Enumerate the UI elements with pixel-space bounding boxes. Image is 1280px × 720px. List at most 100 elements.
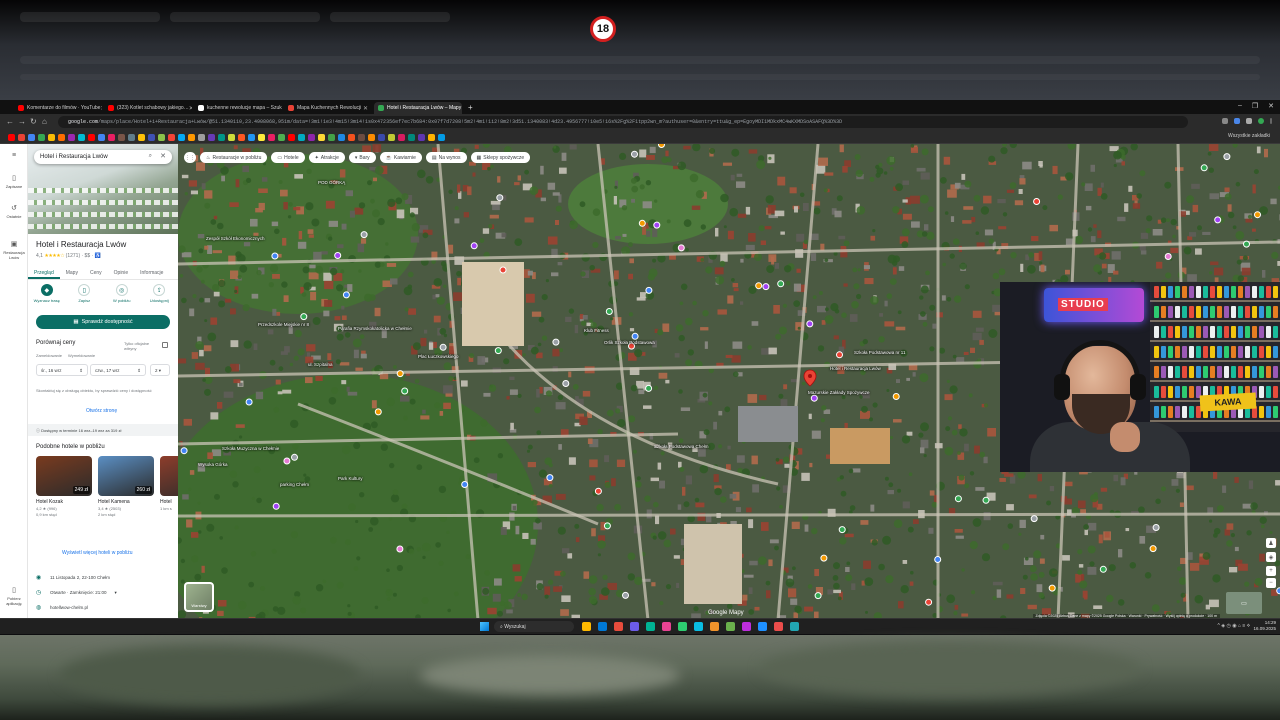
tab-mapy[interactable]: Mapy [60,266,84,279]
hotel-card[interactable]: Hotel 1 km s [160,456,178,511]
map-place-label[interactable]: Zespół Szkół Ekonomicznych [206,236,265,241]
map-place-label[interactable]: Park Kultury [338,476,363,481]
bookmark-favicon-icon[interactable] [388,134,395,141]
bookmark-favicon-icon[interactable] [428,134,435,141]
bookmark-favicon-icon[interactable] [208,134,215,141]
check-availability-button[interactable]: ▦ Sprawdź dostępność [36,315,170,329]
taskbar-app-icon[interactable] [582,622,591,631]
bookmark-favicon-icon[interactable] [248,134,255,141]
map-place-label[interactable]: POD GÓRKĄ [318,180,345,185]
zoom-in-button[interactable]: + [1266,566,1276,576]
map-place-label[interactable]: Hotel i Restauracja Lwów [830,366,881,371]
close-window-button[interactable]: ✕ [1268,102,1274,110]
chip-bar[interactable]: ▾ Bary [348,152,376,163]
rail-item-place[interactable]: ▣ Restauracja Lwów [0,240,28,260]
bookmark-favicon-icon[interactable] [78,134,85,141]
close-tab-icon[interactable]: ✕ [100,105,102,112]
map-place-label[interactable]: Przedszkole Miejskie nr 8 [258,322,309,327]
bookmark-favicon-icon[interactable] [228,134,235,141]
grid-icon[interactable]: ⋮⋮ [184,152,196,163]
bookmark-favicon-icon[interactable] [28,134,35,141]
bookmark-favicon-icon[interactable] [98,134,105,141]
browser-tab[interactable]: Mapa Kuchennych Rewolucji ✕ [284,102,372,114]
minimize-button[interactable]: – [1238,102,1242,110]
reload-icon[interactable]: ↻ [30,117,37,126]
guests-select[interactable]: 2 ▾ [150,364,170,376]
bookmark-favicon-icon[interactable] [148,134,155,141]
bookmark-favicon-icon[interactable] [268,134,275,141]
more-hotels-link[interactable]: Wyświetl więcej hoteli w pobliżu [62,550,133,556]
all-bookmarks-button[interactable]: Wszystkie zakładki [1228,133,1270,139]
bookmark-favicon-icon[interactable] [218,134,225,141]
bookmark-favicon-icon[interactable] [298,134,305,141]
taskbar-app-icon[interactable] [662,622,671,631]
taskbar-app-icon[interactable] [742,622,751,631]
map-place-label[interactable]: Orlik Szkoła Podstawowa [604,340,655,345]
rail-item-get-app[interactable]: ▯ Pobierz aplikację [0,586,28,606]
taskbar-search[interactable]: ⌕ Wyszukaj [494,621,574,632]
bookmark-favicon-icon[interactable] [328,134,335,141]
compass-icon[interactable]: ◈ [1266,552,1276,562]
menu-dots-icon[interactable] [1270,118,1272,124]
bookmark-favicon-icon[interactable] [88,134,95,141]
taskbar-app-icon[interactable] [790,622,799,631]
chip-attraction[interactable]: ✦ Atrakcje [308,152,345,163]
bookmark-favicon-icon[interactable] [128,134,135,141]
system-tray[interactable]: ^ ◈ ◷ ◉ ⌂ ≡ ⟡ [1218,623,1251,629]
map-place-label[interactable]: Wysoka Górka [198,462,227,467]
zoom-out-button[interactable]: − [1266,578,1276,588]
close-tab-icon[interactable]: ✕ [461,105,462,112]
bookmark-favicon-icon[interactable] [178,134,185,141]
chip-restaurant[interactable]: ♨ Restauracje w pobliżu [200,152,268,163]
tab-ceny[interactable]: Ceny [84,266,108,279]
pegman-icon[interactable]: ♟ [1266,538,1276,548]
bookmark-favicon-icon[interactable] [68,134,75,141]
chip-grocery[interactable]: ▦ Sklepy spożywcze [470,152,531,163]
official-only-checkbox[interactable] [162,342,168,348]
bookmark-favicon-icon[interactable] [338,134,345,141]
chip-takeout[interactable]: ▤ Na wynos [425,152,467,163]
hours-row[interactable]: ◷ Otwarte · Zamknięcie: 21:00 ▾ [36,589,117,597]
bookmark-favicon-icon[interactable] [198,134,205,141]
action-2[interactable]: ◎ W pobliżu [107,284,137,303]
bookmark-favicon-icon[interactable] [238,134,245,141]
map-place-label[interactable]: Klub Fitness [584,328,609,333]
tab-przegląd[interactable]: Przegląd [28,266,60,279]
taskbar-clock[interactable]: 14:29 16.09.2025 [1253,620,1276,632]
taskbar-app-icon[interactable] [598,622,607,631]
extension-icon[interactable] [1222,118,1228,124]
taskbar-app-icon[interactable] [774,622,783,631]
map-place-label[interactable]: parking Chełm [280,482,309,487]
checkin-date-field[interactable]: śr., 16 wrz ⇕ [36,364,88,376]
map-place-label[interactable]: Parafia Rzymskokatolicka w Chełmie [338,326,412,331]
taskbar-app-icon[interactable] [758,622,767,631]
bookmark-favicon-icon[interactable] [378,134,385,141]
bookmark-favicon-icon[interactable] [288,134,295,141]
address-row[interactable]: ◉ 11 Listopada 2, 22-100 Chełm [36,574,110,581]
bookmark-favicon-icon[interactable] [118,134,125,141]
layers-button[interactable]: Warstwy [184,582,214,612]
bookmark-favicon-icon[interactable] [108,134,115,141]
new-tab-button[interactable]: + [468,102,473,114]
hotel-card[interactable]: 260 zł Hotel Kamena 3,4 ★ (2503) 2 km stąd [98,456,154,517]
checkout-date-field[interactable]: czw., 17 wrz ⇕ [90,364,146,376]
map-place-label[interactable]: Szkoła Podstawowa nr 11 [854,350,905,355]
bookmark-favicon-icon[interactable] [368,134,375,141]
bookmark-favicon-icon[interactable] [308,134,315,141]
bookmark-favicon-icon[interactable] [408,134,415,141]
close-tab-icon[interactable]: ✕ [189,105,192,112]
rail-item-menu[interactable]: ≡ [0,152,28,161]
taskbar-app-icon[interactable] [726,622,735,631]
map-place-label[interactable]: Plac Łuczkowskiego [418,354,459,359]
tab-opinie[interactable]: Opinie [108,266,134,279]
chip-hotel[interactable]: ▭ Hotele [271,152,305,163]
browser-tab[interactable]: (323) Kotlet schabowy jakiego… ✕ [104,102,192,114]
action-3[interactable]: ⇪ Udostępnij [144,284,174,303]
taskbar-app-icon[interactable] [694,622,703,631]
chip-coffee[interactable]: ☕ Kawiarnie [379,152,422,163]
taskbar-app-icon[interactable] [646,622,655,631]
browser-tab[interactable]: kuchenne rewolucje mapa – Szukaj✕ [194,102,282,114]
action-0[interactable]: ◆ Wyznacz trasę [32,284,62,303]
map-place-label[interactable]: Mazurskie Zakłady Spożywcze [808,390,870,395]
bookmark-favicon-icon[interactable] [168,134,175,141]
